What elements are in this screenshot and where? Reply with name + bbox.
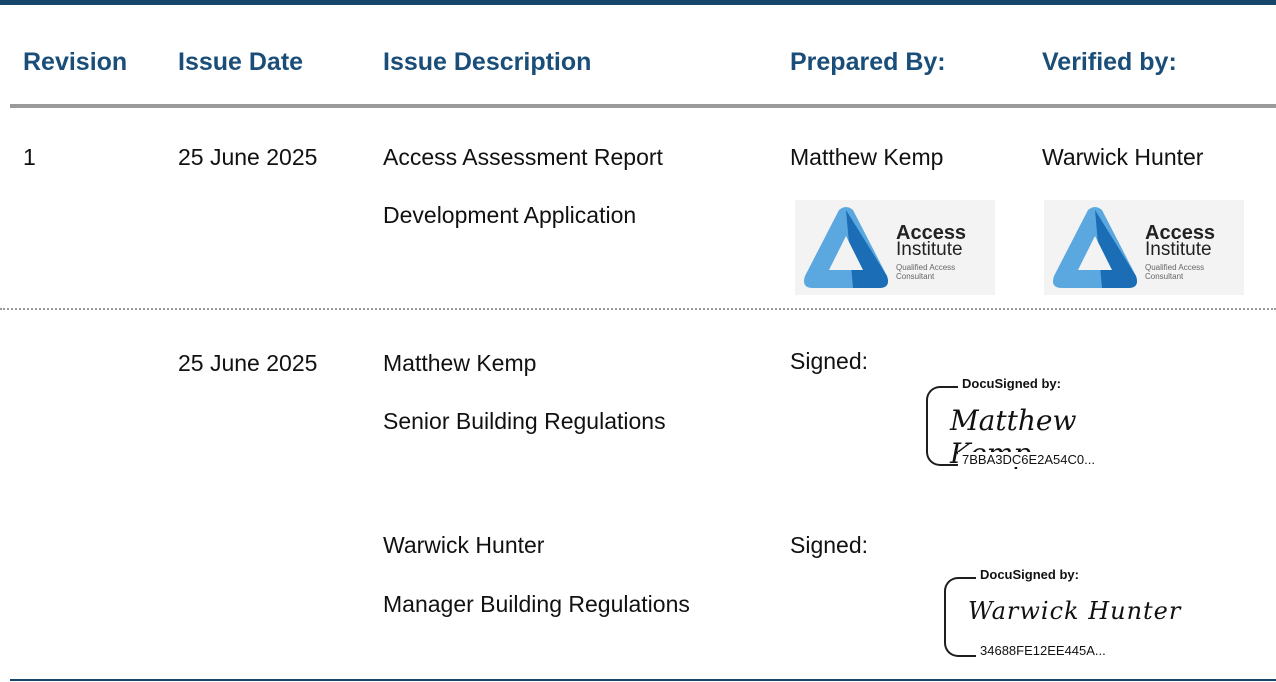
signed-label: Signed: <box>790 348 869 374</box>
logo-text-line2: Institute <box>1145 239 1212 260</box>
docusign-block: DocuSigned by: Warwick Hunter 34688FE12E… <box>944 567 1184 658</box>
access-institute-logo-icon <box>1053 207 1137 288</box>
header-issue-description: Issue Description <box>383 48 592 76</box>
signoff-title: Manager Building Regulations <box>383 591 690 617</box>
logo-text-line3: Qualified Access <box>1145 263 1205 272</box>
logo-text-line4: Consultant <box>1145 272 1184 281</box>
access-institute-logo-icon <box>804 207 888 288</box>
signoff-name: Matthew Kemp <box>383 350 537 376</box>
dotted-divider <box>0 308 1276 310</box>
access-institute-logo: Access Institute Qualified Access Consul… <box>795 200 995 295</box>
revision-number: 1 <box>23 144 36 170</box>
verified-by-name: Warwick Hunter <box>1042 144 1204 170</box>
signature: Warwick Hunter <box>968 597 1182 625</box>
signed-label: Signed: <box>790 532 869 558</box>
top-rule <box>0 0 1276 5</box>
header-divider <box>10 104 1276 108</box>
description-line2: Development Application <box>383 202 637 228</box>
header-revision: Revision <box>23 48 128 76</box>
docusign-envelope-id: 7BBA3DC6E2A54C0... <box>958 452 1099 467</box>
header-issue-date: Issue Date <box>178 48 304 76</box>
logo-text-line4: Consultant <box>896 272 935 281</box>
prepared-by-name: Matthew Kemp <box>790 144 944 170</box>
signoff-name: Warwick Hunter <box>383 532 545 558</box>
docusign-header: DocuSigned by: <box>958 376 1065 391</box>
logo-text-line2: Institute <box>896 239 963 260</box>
revision-date: 25 June 2025 <box>178 144 318 170</box>
docusign-envelope-id: 34688FE12EE445A... <box>976 643 1110 658</box>
access-institute-logo: Access Institute Qualified Access Consul… <box>1044 200 1244 295</box>
docusign-block: DocuSigned by: Matthew Kemp 7BBA3DC6E2A5… <box>926 376 1166 470</box>
signoff-title: Senior Building Regulations <box>383 408 666 434</box>
signoff-date: 25 June 2025 <box>178 350 318 376</box>
logo-text-line3: Qualified Access <box>896 263 956 272</box>
description-line1: Access Assessment Report <box>383 144 663 170</box>
header-verified-by: Verified by: <box>1042 48 1177 76</box>
header-prepared-by: Prepared By: <box>790 48 946 76</box>
bottom-rule <box>10 679 1276 681</box>
docusign-header: DocuSigned by: <box>976 567 1083 582</box>
